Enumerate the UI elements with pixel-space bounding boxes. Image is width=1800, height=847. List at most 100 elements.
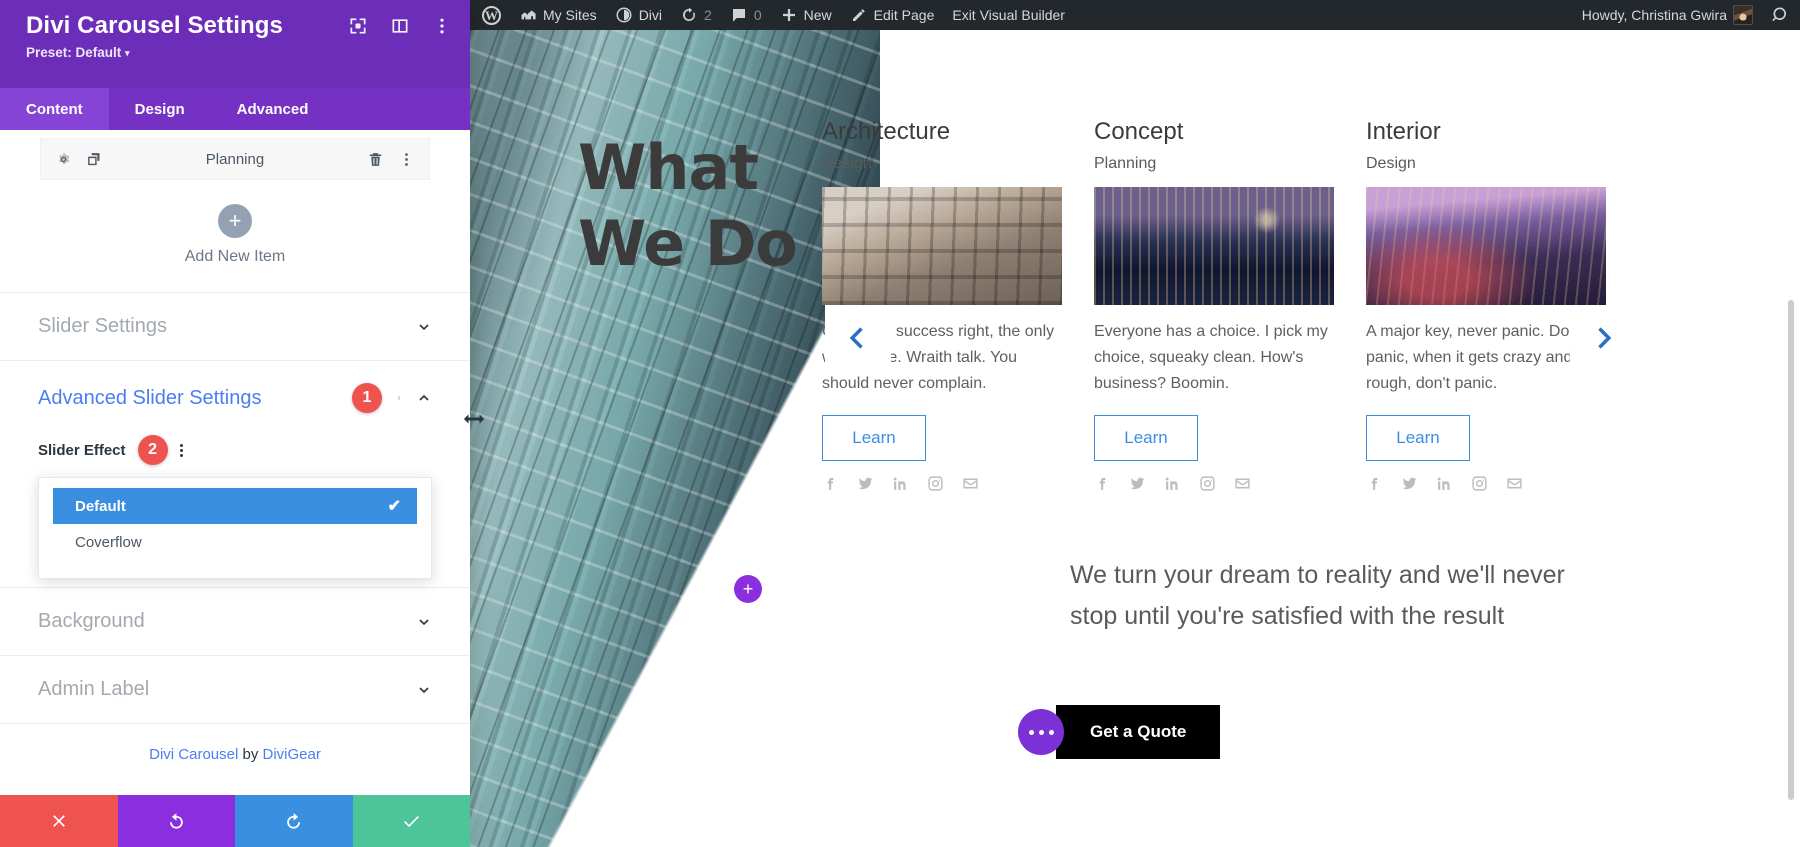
learn-button[interactable]: Learn bbox=[822, 414, 926, 461]
tab-advanced[interactable]: Advanced bbox=[211, 88, 335, 130]
linkedin-icon[interactable] bbox=[1164, 475, 1181, 492]
annotation-badge-1: 1 bbox=[352, 383, 382, 413]
section-admin-label[interactable]: Admin Label bbox=[0, 655, 470, 723]
section-label: Slider Settings bbox=[38, 315, 167, 337]
dropdown-option-default[interactable]: Default ✔ bbox=[53, 488, 417, 524]
hero-heading-line-1: What bbox=[578, 131, 759, 204]
item-right-icons bbox=[367, 151, 415, 168]
module-options-button[interactable] bbox=[1018, 709, 1064, 755]
linkedin-icon[interactable] bbox=[892, 475, 909, 492]
sites-icon bbox=[519, 6, 537, 24]
credit-by: by bbox=[238, 746, 263, 763]
tab-design[interactable]: Design bbox=[109, 88, 211, 130]
dropdown-option-label: Coverflow bbox=[75, 533, 142, 551]
slider-effect-label: Slider Effect bbox=[38, 441, 126, 459]
my-sites-menu[interactable]: My Sites bbox=[510, 0, 606, 30]
section-slider-settings[interactable]: Slider Settings bbox=[0, 292, 470, 360]
linkedin-icon[interactable] bbox=[1436, 475, 1453, 492]
twitter-icon[interactable] bbox=[1129, 475, 1146, 492]
instagram-icon[interactable] bbox=[927, 475, 944, 492]
divi-menu[interactable]: Divi bbox=[606, 0, 671, 30]
learn-button[interactable]: Learn bbox=[1094, 414, 1198, 461]
field-more-options-icon[interactable] bbox=[179, 443, 183, 457]
more-options-icon[interactable] bbox=[432, 16, 452, 36]
fullscreen-icon[interactable] bbox=[348, 16, 368, 36]
trash-icon[interactable] bbox=[367, 151, 384, 168]
email-icon[interactable] bbox=[1234, 475, 1251, 492]
list-item-label: Planning bbox=[205, 150, 265, 168]
close-icon bbox=[52, 815, 65, 827]
dropdown-option-label: Default bbox=[75, 497, 126, 515]
section-advanced-slider-settings[interactable]: Advanced Slider Settings 1 bbox=[0, 360, 470, 435]
get-a-quote-button[interactable]: Get a Quote bbox=[1056, 705, 1221, 759]
card-image-concept bbox=[1094, 186, 1334, 305]
section-background[interactable]: Background bbox=[0, 587, 470, 655]
field-label-row: Slider Effect 2 bbox=[38, 435, 432, 465]
divigear-link[interactable]: DiviGear bbox=[263, 746, 321, 763]
item-more-options-icon[interactable] bbox=[398, 151, 415, 168]
gear-icon[interactable] bbox=[55, 151, 72, 168]
twitter-icon[interactable] bbox=[1401, 475, 1418, 492]
instagram-icon[interactable] bbox=[1471, 475, 1488, 492]
slider-effect-dropdown[interactable]: Default ✔ Coverflow bbox=[38, 477, 432, 579]
carousel-next-button[interactable] bbox=[1570, 305, 1636, 371]
comments-menu[interactable]: 0 bbox=[721, 0, 771, 30]
redo-icon bbox=[286, 813, 300, 829]
panel-body: Planning + Add New Item Slider Settings bbox=[0, 130, 470, 795]
section-more-options-icon[interactable] bbox=[396, 390, 402, 406]
new-label: New bbox=[803, 7, 832, 23]
item-left-icons bbox=[55, 151, 103, 168]
card-subtitle: Design bbox=[1366, 154, 1416, 172]
edit-page-menu[interactable]: Edit Page bbox=[841, 0, 944, 30]
chevron-down-icon bbox=[416, 682, 432, 698]
list-item[interactable]: Planning bbox=[40, 138, 430, 180]
check-icon bbox=[404, 816, 420, 828]
panel-preset[interactable]: Preset: Default ▾ bbox=[26, 45, 452, 60]
facebook-icon[interactable] bbox=[1366, 475, 1383, 492]
search-button[interactable] bbox=[1762, 0, 1800, 30]
dot-3 bbox=[179, 453, 183, 457]
facebook-icon[interactable] bbox=[1094, 475, 1111, 492]
tab-content[interactable]: Content bbox=[0, 88, 109, 130]
panel-scrollbar[interactable] bbox=[1788, 300, 1794, 800]
check-icon: ✔ bbox=[387, 498, 401, 515]
card-image-interior bbox=[1366, 186, 1606, 305]
howdy-user-menu[interactable]: Howdy, Christina Gwira bbox=[1573, 0, 1762, 30]
card-image-architecture bbox=[822, 186, 1062, 305]
save-button[interactable] bbox=[352, 795, 470, 847]
undo-button[interactable] bbox=[117, 795, 235, 847]
new-menu[interactable]: New bbox=[771, 0, 841, 30]
annotation-badge-2: 2 bbox=[137, 435, 168, 465]
pencil-icon bbox=[850, 6, 868, 24]
redo-button[interactable] bbox=[235, 795, 353, 847]
dropdown-option-coverflow[interactable]: Coverflow bbox=[53, 524, 417, 560]
exit-visual-builder-button[interactable]: Exit Visual Builder bbox=[943, 0, 1074, 30]
wp-admin-bar: W My Sites Divi 2 0 New Edit Page Exit V… bbox=[470, 0, 1800, 30]
carousel-prev-button[interactable] bbox=[825, 305, 891, 371]
divi-settings-panel: Divi Carousel Settings Preset: Default ▾… bbox=[0, 0, 470, 847]
divi-carousel-link[interactable]: Divi Carousel bbox=[149, 746, 238, 763]
email-icon[interactable] bbox=[962, 475, 979, 492]
carousel-card[interactable]: Concept Planning Everyone has a choice. … bbox=[1094, 118, 1334, 492]
updates-menu[interactable]: 2 bbox=[671, 0, 721, 30]
wordpress-logo-button[interactable]: W bbox=[470, 0, 510, 30]
learn-button[interactable]: Learn bbox=[1366, 414, 1470, 461]
add-new-item-block[interactable]: + Add New Item bbox=[0, 180, 470, 292]
plus-icon bbox=[780, 6, 798, 24]
chevron-down-icon bbox=[416, 319, 432, 335]
twitter-icon[interactable] bbox=[857, 475, 874, 492]
cancel-button[interactable] bbox=[0, 795, 118, 847]
panel-action-bar bbox=[0, 795, 470, 847]
add-new-item-plus-icon[interactable]: + bbox=[218, 204, 252, 238]
comment-bubble-icon bbox=[730, 6, 748, 24]
duplicate-icon[interactable] bbox=[86, 151, 103, 168]
add-module-button[interactable]: + bbox=[734, 575, 762, 603]
card-subtitle: Design bbox=[822, 154, 872, 172]
social-icons bbox=[822, 475, 1062, 492]
carousel-cards: Architecture Design Celebrate success ri… bbox=[822, 118, 1800, 492]
instagram-icon[interactable] bbox=[1199, 475, 1216, 492]
email-icon[interactable] bbox=[1506, 475, 1523, 492]
panel-resize-handle[interactable] bbox=[460, 405, 488, 433]
facebook-icon[interactable] bbox=[822, 475, 839, 492]
panel-layout-icon[interactable] bbox=[390, 16, 410, 36]
